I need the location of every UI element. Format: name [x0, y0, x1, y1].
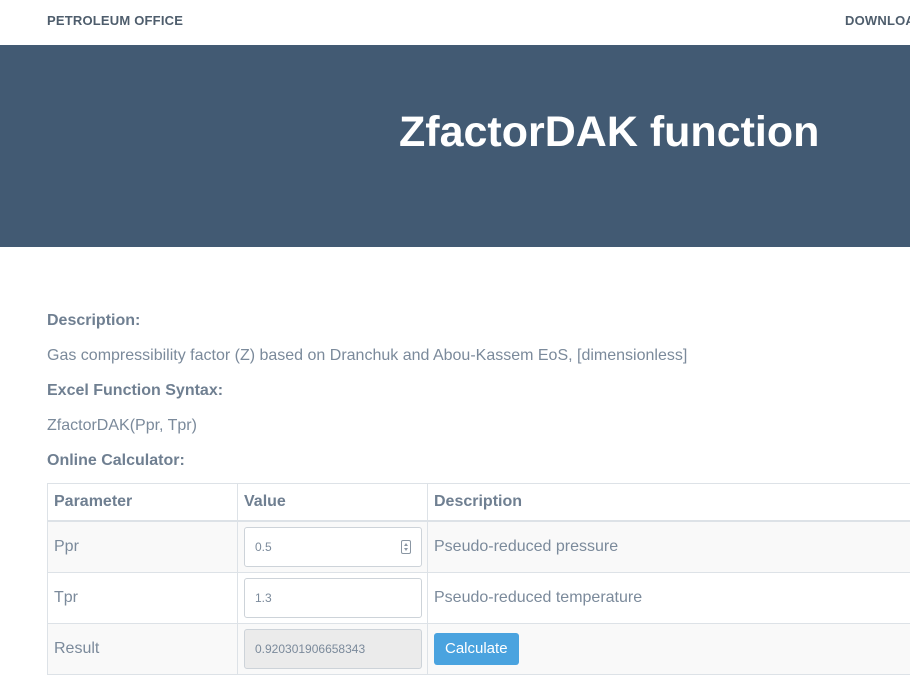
desc-ppr: Pseudo-reduced pressure — [427, 520, 910, 573]
description-text: Gas compressibility factor (Z) based on … — [47, 347, 688, 364]
description-label: Description: — [47, 312, 141, 329]
brand-link[interactable]: PETROLEUM OFFICE — [47, 13, 183, 28]
spinner-icon[interactable] — [401, 540, 411, 554]
param-ppr: Ppr — [47, 520, 238, 573]
value-cell: 0.5 — [237, 520, 428, 573]
calculator-label: Online Calculator: — [47, 452, 185, 469]
ppr-input[interactable]: 0.5 — [244, 527, 422, 567]
header-description: Description — [427, 483, 910, 522]
top-navbar: PETROLEUM OFFICE DOWNLOA — [0, 0, 910, 45]
param-result: Result — [47, 623, 238, 675]
param-tpr: Tpr — [47, 572, 238, 624]
value-cell: 0.920301906658343 — [237, 623, 428, 675]
header-parameter: Parameter — [47, 483, 238, 522]
download-nav-link[interactable]: DOWNLOA — [845, 13, 910, 28]
desc-tpr: Pseudo-reduced temperature — [427, 572, 910, 624]
table-row: Result 0.920301906658343 Calculate — [47, 623, 910, 675]
table-header-row: Parameter Value Description — [47, 483, 910, 522]
ppr-input-value: 0.5 — [255, 540, 272, 554]
tpr-input[interactable]: 1.3 — [244, 578, 422, 618]
table-row: Tpr 1.3 Pseudo-reduced temperature — [47, 572, 910, 624]
header-value: Value — [237, 483, 428, 522]
action-cell: Calculate — [427, 623, 910, 675]
value-cell: 1.3 — [237, 572, 428, 624]
result-value: 0.920301906658343 — [255, 642, 366, 656]
page-title: ZfactorDAK function — [399, 108, 820, 156]
tpr-input-value: 1.3 — [255, 591, 272, 605]
syntax-label: Excel Function Syntax: — [47, 382, 224, 399]
hero-banner: ZfactorDAK function — [0, 45, 910, 247]
result-output: 0.920301906658343 — [244, 629, 422, 669]
calculator-table: Parameter Value Description Ppr 0.5 Pseu… — [47, 483, 910, 675]
calculate-button[interactable]: Calculate — [434, 633, 519, 665]
syntax-text: ZfactorDAK(Ppr, Tpr) — [47, 417, 197, 434]
table-row: Ppr 0.5 Pseudo-reduced pressure — [47, 520, 910, 573]
